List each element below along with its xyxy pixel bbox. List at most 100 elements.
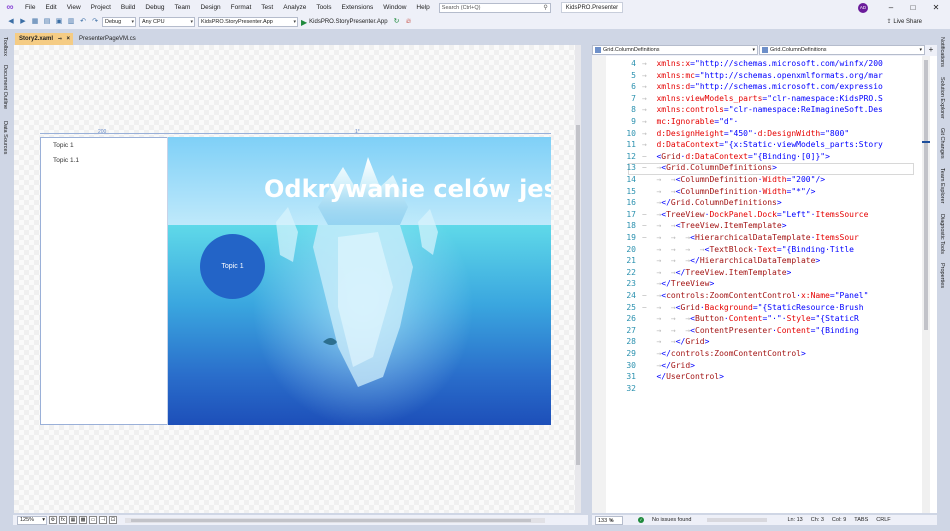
pin-icon[interactable]: ⊸ [58, 33, 62, 45]
menu-item-format[interactable]: Format [226, 0, 257, 15]
avatar[interactable]: AD [858, 3, 868, 13]
configuration-select[interactable]: Debug ▾ [102, 17, 136, 27]
line-ending[interactable]: CRLF [876, 517, 890, 523]
team-explorer-tab[interactable]: Team Explorer [939, 168, 945, 203]
code-line[interactable]: 18− → →<TreeView.ItemTemplate> [606, 220, 786, 232]
platform-select[interactable]: Any CPU ▾ [139, 17, 195, 27]
code-line[interactable]: 21 → → →</HierarchicalDataTemplate> [606, 255, 820, 267]
fx-button[interactable]: fx [59, 516, 67, 524]
startup-project-select[interactable]: KidsPRO.StoryPresenter.App ▾ [198, 17, 298, 27]
code-line[interactable]: 10 → d:DesignHeight="450"·d:DesignWidth="… [606, 128, 849, 140]
forward-icon[interactable]: ▶ [18, 17, 28, 27]
column-width-label-right[interactable]: 1* [355, 129, 360, 135]
live-share-button[interactable]: ⇪ Live Share [887, 15, 922, 30]
indent-mode[interactable]: TABS [854, 517, 868, 523]
editor-vertical-scrollbar[interactable] [922, 56, 930, 513]
menu-item-help[interactable]: Help [411, 0, 434, 15]
new-project-icon[interactable]: ▦ [30, 17, 40, 27]
menu-item-test[interactable]: Test [256, 0, 278, 15]
snap-grid-icon[interactable]: ▩ [79, 516, 87, 524]
undo-icon[interactable]: ↶ [78, 17, 88, 27]
xaml-code-editor[interactable]: 4 → xmlns:x="http://schemas.microsoft.com… [592, 56, 937, 513]
close-tab-icon[interactable]: × [66, 33, 70, 45]
menu-item-extensions[interactable]: Extensions [337, 0, 379, 15]
code-line[interactable]: 30 →</Grid> [606, 360, 695, 372]
code-line[interactable]: 23 →</TreeView> [606, 278, 714, 290]
zoom-select[interactable]: 125% ▾ [17, 515, 47, 525]
diagnostic-tools-tab[interactable]: Diagnostic Tools [939, 214, 945, 254]
element-select-left[interactable]: Grid.ColumnDefinitions ▾ [592, 45, 758, 55]
visual-studio-logo-icon[interactable]: ∞ [4, 2, 16, 14]
zoom-content-panel[interactable]: Odkrywanie celów jest w Topic 1 [168, 137, 551, 425]
code-line[interactable]: 20 → → → →<TextBlock·Text="{Binding·Titl… [606, 244, 854, 256]
properties-tab[interactable]: Properties [939, 263, 945, 288]
code-line[interactable]: 24− →<controls:ZoomContentControl·x:Name… [606, 290, 868, 302]
menu-item-build[interactable]: Build [116, 0, 140, 15]
code-line[interactable]: 11 → d:DataContext="{x:Static·viewModels_… [606, 139, 882, 151]
redo-icon[interactable]: ↷ [90, 17, 100, 27]
code-line[interactable]: 29 →</controls:ZoomContentControl> [606, 348, 805, 360]
tree-view-panel[interactable]: Topic 1 Topic 1.1 [40, 137, 168, 425]
back-icon[interactable]: ◀ [6, 17, 16, 27]
search-input[interactable]: Search (Ctrl+Q) ⚲ [438, 2, 551, 13]
tab-presenter-page-vm[interactable]: PresenterPageVM.cs [75, 33, 147, 45]
open-icon[interactable]: ▤ [42, 17, 52, 27]
code-line[interactable]: 25− → →<Grid·Background="{StaticResource… [606, 302, 863, 314]
designer-vertical-scrollbar[interactable] [575, 45, 581, 513]
code-line[interactable]: 27 → → →<ContentPresenter·Content="{Bind… [606, 325, 858, 337]
split-editor-icon[interactable]: + [926, 45, 936, 56]
topic-circle[interactable]: Topic 1 [200, 234, 265, 299]
save-all-icon[interactable]: ▥ [66, 17, 76, 27]
scroll-thumb[interactable] [924, 60, 928, 330]
code-line[interactable]: 31 </UserControl> [606, 371, 724, 383]
code-line[interactable]: 12− <Grid·d:DataContext="{Binding·[0]}"> [606, 151, 830, 163]
code-line[interactable]: 16 →</Grid.ColumnDefinitions> [606, 197, 781, 209]
code-line[interactable]: 15 → →<ColumnDefinition·Width="*"/> [606, 186, 815, 198]
artboard-icon[interactable]: ▭ [89, 516, 97, 524]
menu-item-analyze[interactable]: Analyze [278, 0, 311, 15]
code-line[interactable]: 32 [606, 383, 656, 395]
close-icon[interactable]: ✕ [926, 0, 946, 15]
code-line[interactable]: 8 → xmlns:controls="clr-namespace:ReImagi… [606, 104, 883, 116]
code-line[interactable]: 22 → →</TreeView.ItemTemplate> [606, 267, 791, 279]
snap-lines-icon[interactable]: ⊣ [99, 516, 107, 524]
notifications-tab[interactable]: Notifications [939, 37, 945, 67]
editor-zoom-select[interactable]: 133 % ▾ [595, 515, 623, 525]
tree-item-topic-1[interactable]: Topic 1 [53, 142, 74, 149]
menu-item-view[interactable]: View [62, 0, 86, 15]
code-line[interactable]: 5 → xmlns:mc="http://schemas.openxmlforma… [606, 70, 883, 82]
minimize-icon[interactable]: – [881, 0, 901, 15]
menu-item-file[interactable]: File [20, 0, 40, 15]
code-line[interactable]: 26 → → →<Button·Content="·"·Style="{Stat… [606, 313, 858, 325]
git-changes-tab[interactable]: Git Changes [939, 128, 945, 159]
hot-reload-icon[interactable]: 🔥︎ [404, 17, 414, 27]
save-icon[interactable]: ▣ [54, 17, 64, 27]
tree-item-topic-1-1[interactable]: Topic 1.1 [53, 157, 79, 164]
code-line[interactable]: 19− → → →<HierarchicalDataTemplate·Items… [606, 232, 858, 244]
code-line[interactable]: 17− →<TreeView·DockPanel.Dock="Left"·Ite… [606, 209, 868, 221]
menu-item-design[interactable]: Design [195, 0, 225, 15]
toolbox-tab[interactable]: Toolbox [2, 37, 8, 56]
data-sources-tab[interactable]: Data Sources [2, 121, 8, 154]
grid-icon[interactable]: ▦ [69, 516, 77, 524]
refresh-icon[interactable]: ↻ [392, 17, 402, 27]
editor-horizontal-scrollbar[interactable] [707, 518, 768, 522]
document-outline-tab[interactable]: Document Outline [2, 65, 8, 109]
menu-item-project[interactable]: Project [86, 0, 116, 15]
code-line[interactable]: 9 → mc:Ignorable="d"· [606, 116, 738, 128]
fit-icon[interactable]: ⊡ [109, 516, 117, 524]
issues-indicator[interactable]: ✓ No issues found [638, 517, 699, 523]
menu-item-tools[interactable]: Tools [311, 0, 336, 15]
run-button[interactable]: ▶ KidsPRO.StoryPresenter.App [301, 18, 388, 27]
menu-item-debug[interactable]: Debug [140, 0, 169, 15]
code-line[interactable]: 4 → xmlns:x="http://schemas.microsoft.com… [606, 58, 883, 70]
designer-horizontal-scrollbar[interactable] [125, 517, 545, 523]
maximize-icon[interactable]: □ [903, 0, 923, 15]
settings-icon[interactable]: ⚙ [49, 516, 57, 524]
menu-item-team[interactable]: Team [170, 0, 196, 15]
code-line[interactable]: 6 → xmlns:d="http://schemas.microsoft.com… [606, 81, 883, 93]
scroll-thumb[interactable] [131, 518, 531, 522]
menu-item-window[interactable]: Window [378, 0, 411, 15]
menu-item-edit[interactable]: Edit [40, 0, 61, 15]
tab-story2-xaml[interactable]: Story2.xaml ⊸ × [15, 33, 73, 45]
